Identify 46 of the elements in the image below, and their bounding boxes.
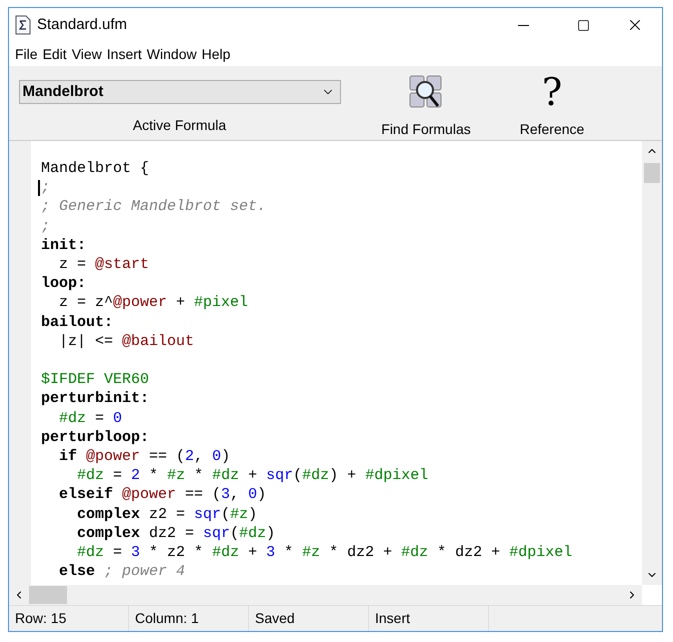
code-line: init: <box>41 236 86 254</box>
status-text: Saved <box>255 609 295 628</box>
toolbar-label: Active Formula <box>132 116 226 135</box>
scroll-thumb[interactable] <box>29 586 67 604</box>
code-line: perturbinit: <box>41 390 150 408</box>
minimize-icon <box>518 24 528 26</box>
document-icon <box>15 15 31 35</box>
menu-item[interactable]: Insert <box>104 44 144 64</box>
code-line: z = z^@power + #pixel <box>58 294 248 312</box>
code-line: bailout: <box>41 314 114 331</box>
question-mark-icon: ? <box>542 74 562 110</box>
code-line: ; Generic Mandelbrot set. <box>41 198 266 216</box>
reference-button[interactable]: ? Reference <box>507 66 597 140</box>
status-text: Column: 1 <box>135 609 199 628</box>
menu-item[interactable]: File <box>13 44 40 64</box>
code-line: #dz = 2 * #z * #dz + sqr(#dz) + #dpixel <box>76 467 428 484</box>
code-line: z = @start <box>58 256 150 274</box>
magnifier-icon <box>408 74 444 110</box>
code-line: ; <box>41 179 50 196</box>
menu-item[interactable]: Help <box>200 44 232 64</box>
formula-dropdown[interactable]: Mandelbrot <box>18 80 340 104</box>
code-line: #dz = 3 * z2 * #dz + 3 * #z * dz2 + #dz * dz2 + #dpixel <box>76 544 572 562</box>
vertical-scrollbar[interactable] <box>642 141 662 585</box>
code-line: else ; power 4 <box>58 563 186 580</box>
horizontal-scrollbar[interactable] <box>9 585 642 605</box>
scroll-thumb[interactable] <box>644 163 660 183</box>
window-title: Standard.ufm <box>37 14 128 35</box>
code-line: complex dz2 = sqr(#dz) <box>76 524 276 542</box>
status-text: Insert <box>375 609 410 628</box>
code-line: $IFDEF VER60 <box>41 371 150 388</box>
status-text: Row: 15 <box>15 609 66 628</box>
code-line: |z| <= @bailout <box>58 332 194 350</box>
text-cursor <box>38 180 40 196</box>
find-formulas-button[interactable]: Find Formulas <box>371 66 481 140</box>
code-line: elseif @power == (3, 0) <box>58 486 266 504</box>
menu-item[interactable]: Edit <box>40 44 69 64</box>
maximize-icon <box>576 18 590 32</box>
menu-item[interactable]: View <box>70 44 104 64</box>
code-line: ; <box>41 218 50 235</box>
code-line: if @power == (2, 0) <box>58 448 230 466</box>
code-line: complex z2 = sqr(#z) <box>76 506 258 523</box>
code-line: #dz = 0 <box>58 410 122 427</box>
menu-item[interactable]: Window <box>144 44 199 64</box>
code-line: loop: <box>41 275 86 292</box>
code-line: perturbloop: <box>41 428 150 446</box>
code-line: Mandelbrot { <box>41 160 150 177</box>
